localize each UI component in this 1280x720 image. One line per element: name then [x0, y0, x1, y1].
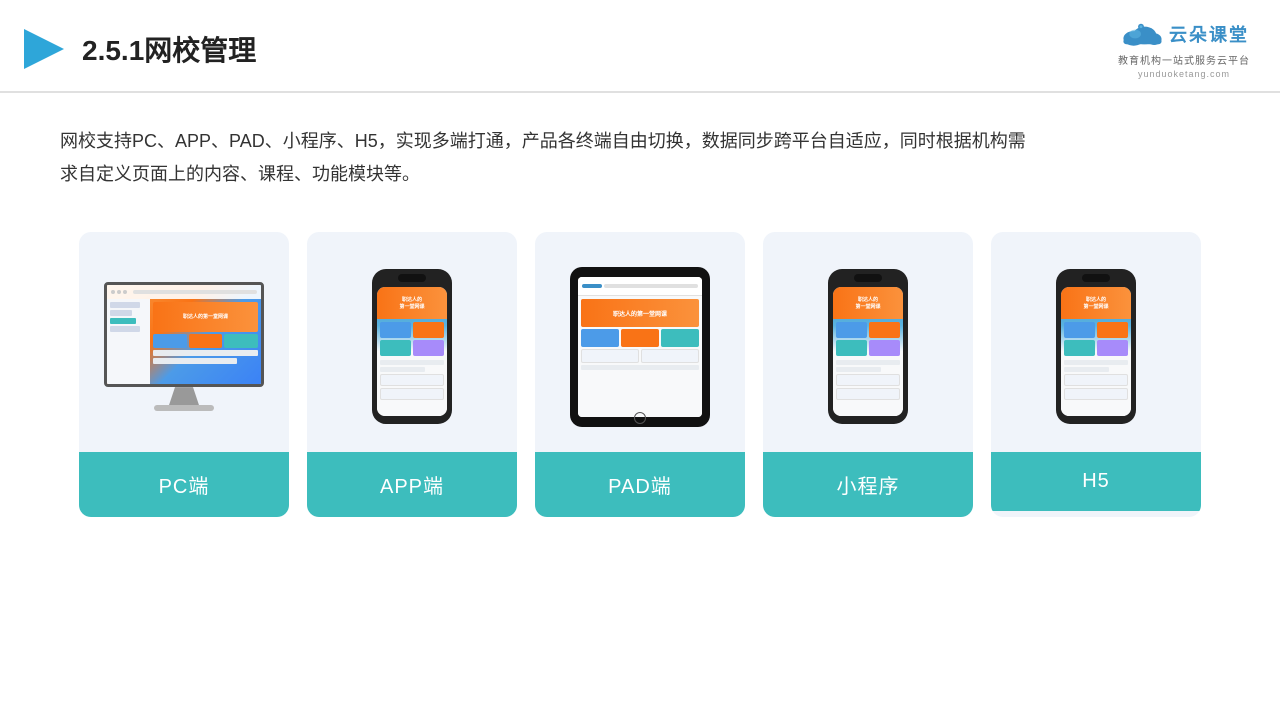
card-pad-label: PAD端: [535, 452, 745, 517]
card-miniapp: 职达人的第一堂网课: [763, 232, 973, 517]
cards-container: 职达人的第一堂网课: [0, 212, 1280, 547]
card-pc-image: 职达人的第一堂网课: [79, 232, 289, 452]
card-pc-label: PC端: [79, 452, 289, 517]
tablet-device: 职达人的第一堂网课: [570, 267, 710, 427]
cloud-logo-icon: [1119, 18, 1163, 50]
monitor-stand: [169, 387, 199, 405]
description-text: 网校支持PC、APP、PAD、小程序、H5，实现多端打通，产品各终端自由切换，数…: [0, 93, 1100, 212]
phone-miniapp-notch: [854, 274, 882, 282]
phone-miniapp-device: 职达人的第一堂网课: [828, 269, 908, 424]
card-miniapp-label: 小程序: [763, 452, 973, 517]
monitor-screen: 职达人的第一堂网课: [104, 282, 264, 387]
logo-cloud: 云朵课堂: [1119, 18, 1249, 50]
card-h5: 职达人的第一堂网课: [991, 232, 1201, 517]
card-app-label: APP端: [307, 452, 517, 517]
logo-url: yunduoketang.com: [1138, 69, 1230, 79]
phone-notch: [398, 274, 426, 282]
header-left: 2.5.1网校管理: [20, 25, 256, 73]
header: 2.5.1网校管理 云朵课堂 教育机构一站式服务云平台 yunduoketang…: [0, 0, 1280, 93]
logo-text: 云朵课堂: [1169, 21, 1249, 47]
description-content: 网校支持PC、APP、PAD、小程序、H5，实现多端打通，产品各终端自由切换，数…: [60, 131, 1026, 184]
card-h5-image: 职达人的第一堂网课: [991, 232, 1201, 452]
phone-app-device: 职达人的第一堂网课: [372, 269, 452, 424]
card-pc: 职达人的第一堂网课: [79, 232, 289, 517]
card-pad-image: 职达人的第一堂网课: [535, 232, 745, 452]
card-h5-label: H5: [991, 452, 1201, 511]
phone-h5-device: 职达人的第一堂网课: [1056, 269, 1136, 424]
play-icon: [20, 25, 68, 73]
tablet-home-button: [634, 412, 646, 424]
card-pad: 职达人的第一堂网课: [535, 232, 745, 517]
card-app: 职达人的第一堂网课: [307, 232, 517, 517]
card-miniapp-image: 职达人的第一堂网课: [763, 232, 973, 452]
phone-miniapp-screen: 职达人的第一堂网课: [833, 287, 903, 416]
card-app-image: 职达人的第一堂网课: [307, 232, 517, 452]
phone-screen: 职达人的第一堂网课: [377, 287, 447, 416]
phone-h5-notch: [1082, 274, 1110, 282]
logo-area: 云朵课堂 教育机构一站式服务云平台 yunduoketang.com: [1118, 18, 1250, 79]
logo-sub: 教育机构一站式服务云平台: [1118, 52, 1250, 67]
phone-h5-screen: 职达人的第一堂网课: [1061, 287, 1131, 416]
monitor-base: [154, 405, 214, 411]
tablet-screen: 职达人的第一堂网课: [578, 277, 702, 417]
pc-monitor: 职达人的第一堂网课: [104, 282, 264, 411]
page-title: 2.5.1网校管理: [82, 29, 256, 69]
